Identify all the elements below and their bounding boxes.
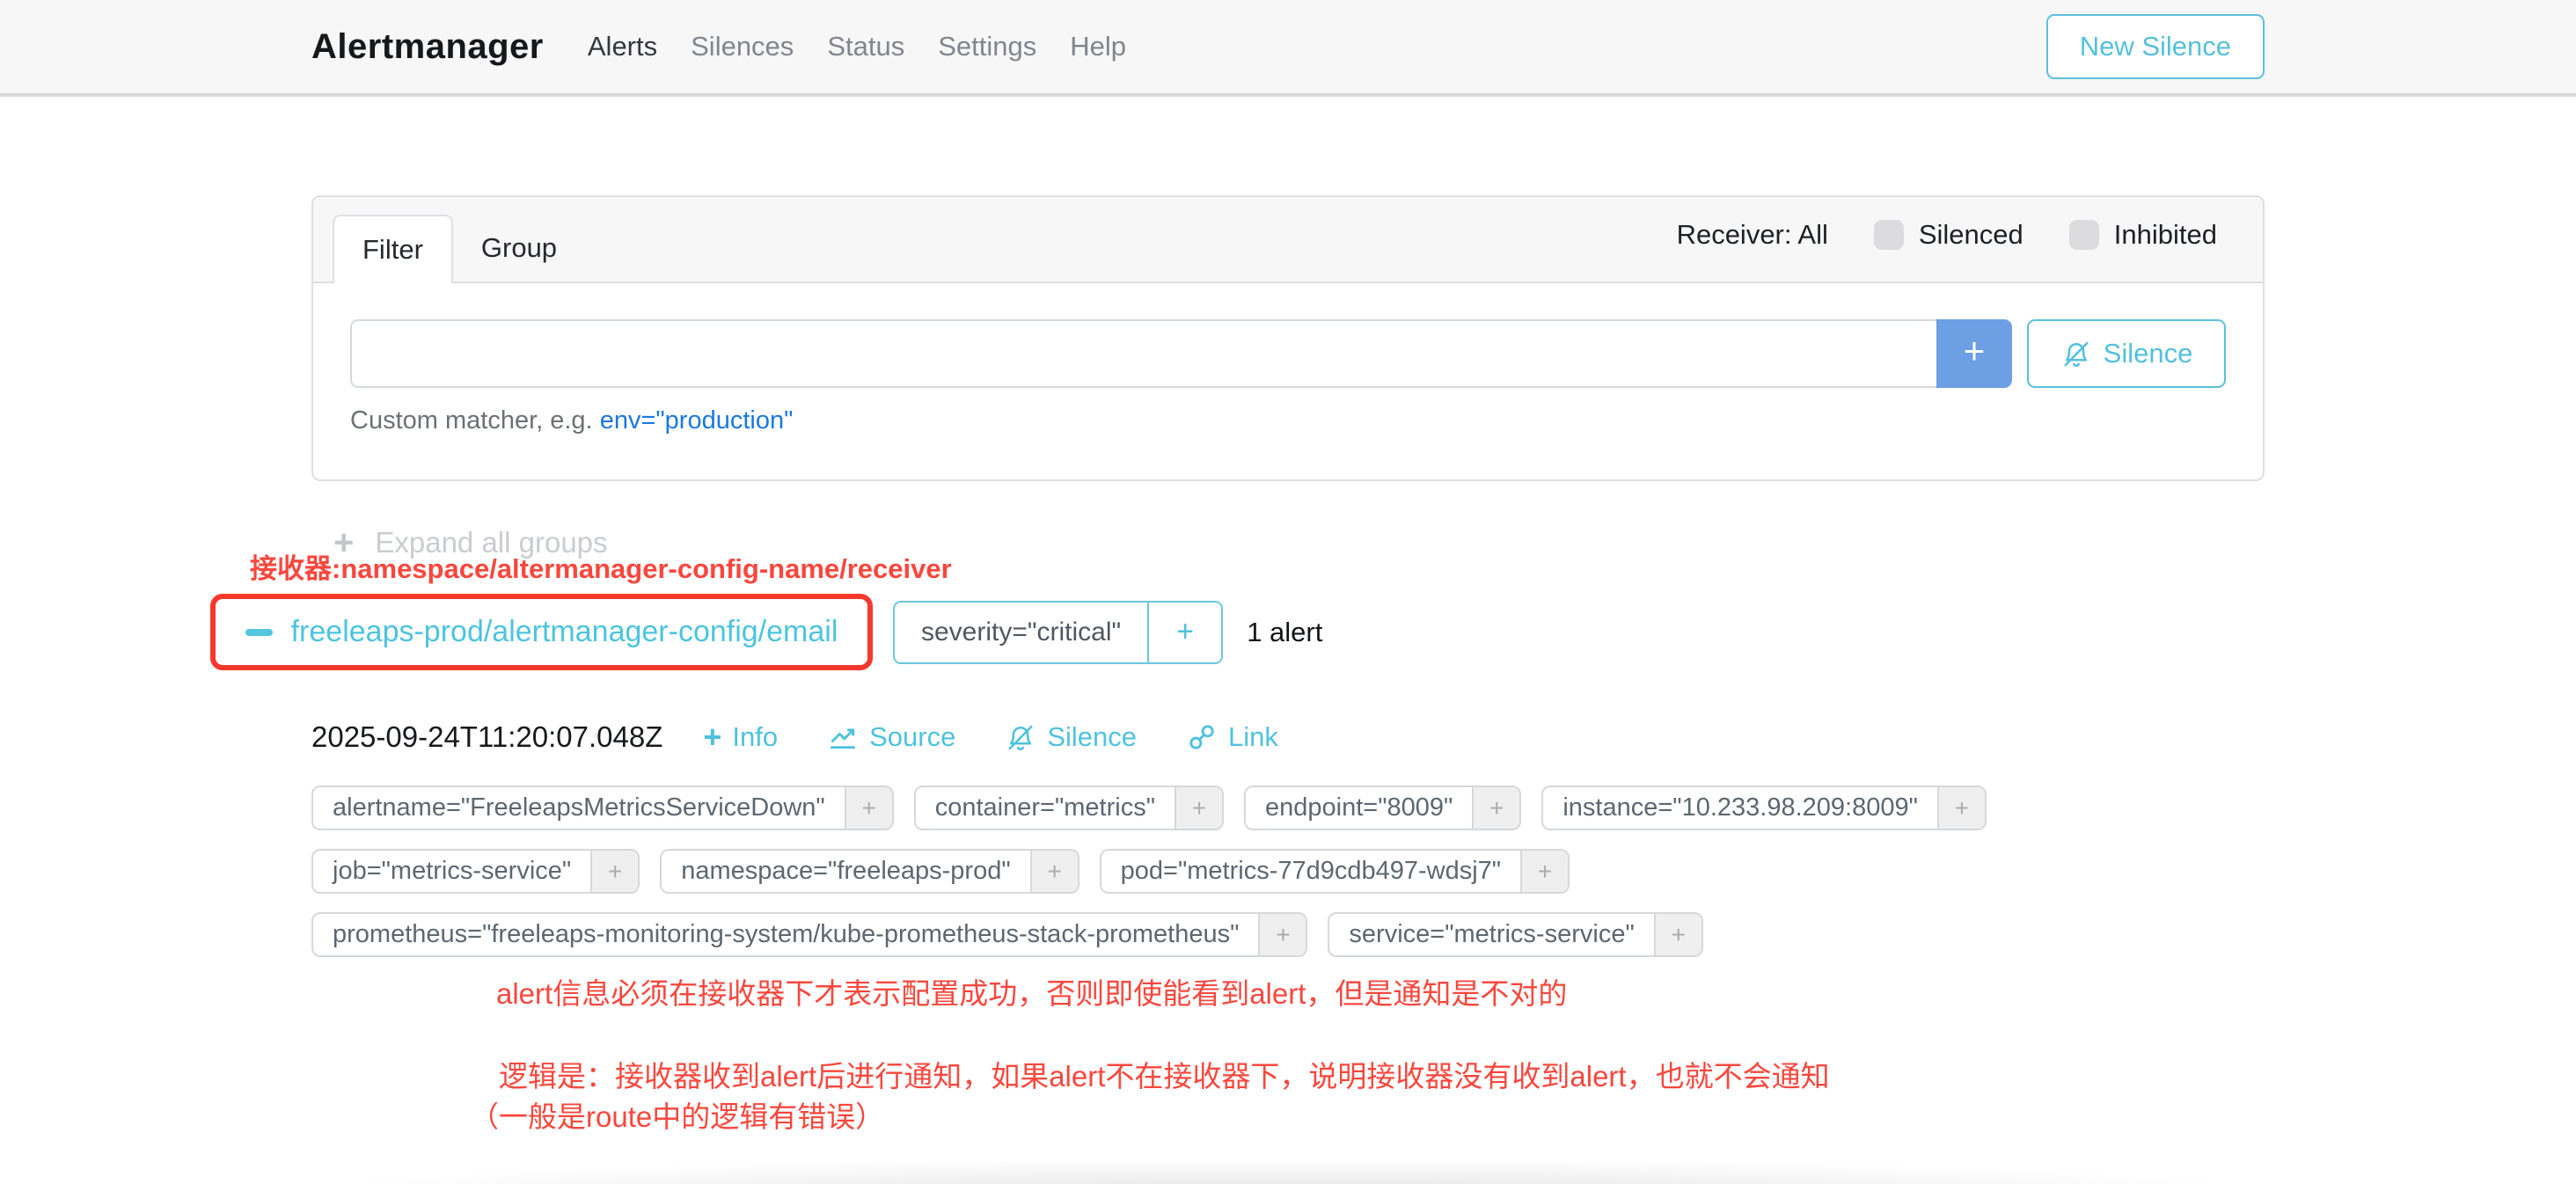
alert-info-button[interactable]: + Info <box>703 721 778 753</box>
alert-silence-button[interactable]: Silence <box>1005 721 1137 753</box>
silence-filter-label: Silence <box>2104 338 2193 369</box>
nav-status[interactable]: Status <box>827 31 904 62</box>
alert-groups: + Expand all groups 接收器:namespace/alterm… <box>311 481 2265 1184</box>
nav-help[interactable]: Help <box>1070 31 1126 62</box>
alert-generator-link[interactable]: Link <box>1186 721 1278 753</box>
filter-options: Receiver: All Silenced Inhibited <box>1677 197 2217 281</box>
label-text: namespace="freeleaps-prod" <box>662 851 1029 892</box>
label-text: pod="metrics-77d9cdb497-wdsj7" <box>1101 851 1520 892</box>
group-matcher-chip: severity="critical" + <box>893 601 1223 664</box>
label-add-filter-button[interactable]: + <box>1030 851 1078 892</box>
filter-card-body: + Silence Custom matcher, e.g. env="prod… <box>313 283 2263 479</box>
main-content: Filter Group Receiver: All Silenced Inhi… <box>311 195 2265 1184</box>
matcher-input[interactable] <box>350 319 1936 388</box>
filter-card-header: Filter Group Receiver: All Silenced Inhi… <box>313 197 2263 283</box>
group-matcher-label: severity="critical" <box>895 603 1147 662</box>
alert-header: 2025-09-24T11:20:07.048Z + Info Source <box>311 720 2265 754</box>
label-tag: endpoint="8009" + <box>1244 786 1521 830</box>
annotation-red-box: freeleaps-prod/alertmanager-config/email <box>210 594 873 670</box>
link-icon <box>1186 721 1218 753</box>
custom-matcher-hint: Custom matcher, e.g. env="production" <box>350 406 2226 435</box>
alert-count: 1 alert <box>1247 617 1322 648</box>
label-tag: instance="10.233.98.209:8009" + <box>1541 786 1987 830</box>
bell-slash-icon <box>1005 721 1036 753</box>
nav-alerts[interactable]: Alerts <box>588 31 657 62</box>
tab-group[interactable]: Group <box>453 215 585 281</box>
annotation-receiver-note: 接收器:namespace/altermanager-config-name/r… <box>250 546 952 586</box>
label-tag: namespace="freeleaps-prod" + <box>660 849 1079 894</box>
hint-text: Custom matcher, e.g. <box>350 406 593 435</box>
silenced-checkbox[interactable] <box>1874 220 1904 250</box>
label-row: job="metrics-service" + namespace="freel… <box>311 849 2265 894</box>
app-brand[interactable]: Alertmanager <box>311 27 544 67</box>
hint-example-link[interactable]: env="production" <box>600 406 794 435</box>
window-bottom-shadow <box>132 1138 2444 1184</box>
add-matcher-button[interactable]: + <box>1936 319 2012 388</box>
label-text: prometheus="freeleaps-monitoring-system/… <box>313 914 1258 955</box>
alert-info-label: Info <box>732 721 778 753</box>
annotation-route-note: （一般是route中的逻辑有错误） <box>470 1093 884 1136</box>
receiver-group-link[interactable]: freeleaps-prod/alertmanager-config/email <box>245 615 838 649</box>
inhibited-checkbox-group[interactable]: Inhibited <box>2069 219 2217 251</box>
label-tag: container="metrics" + <box>914 786 1224 830</box>
nav-settings[interactable]: Settings <box>938 31 1036 62</box>
alert-silence-label: Silence <box>1047 721 1137 753</box>
new-silence-button[interactable]: New Silence <box>2046 14 2265 79</box>
label-text: service="metrics-service" <box>1329 914 1653 955</box>
label-row: prometheus="freeleaps-monitoring-system/… <box>311 912 2265 957</box>
label-add-filter-button[interactable]: + <box>1654 914 1701 955</box>
label-text: job="metrics-service" <box>313 851 590 892</box>
main-nav: Alerts Silences Status Settings Help <box>588 31 1126 62</box>
inhibited-checkbox[interactable] <box>2069 220 2099 250</box>
filter-tabs: Filter Group <box>333 197 585 281</box>
alertmanager-page: Alertmanager Alerts Silences Status Sett… <box>0 0 2576 1184</box>
chart-line-icon <box>827 721 859 753</box>
label-tag: job="metrics-service" + <box>311 849 640 894</box>
inhibited-label: Inhibited <box>2114 219 2217 251</box>
navbar: Alertmanager Alerts Silences Status Sett… <box>0 0 2576 97</box>
label-add-filter-button[interactable]: + <box>1258 914 1306 955</box>
silence-filter-button[interactable]: Silence <box>2027 319 2226 388</box>
label-add-filter-button[interactable]: + <box>1472 787 1519 829</box>
matcher-input-group: + <box>350 319 2012 388</box>
label-text: alertname="FreeleapsMetricsServiceDown" <box>313 787 845 829</box>
receiver-group-label: freeleaps-prod/alertmanager-config/email <box>291 615 838 649</box>
alert-link-label: Link <box>1228 721 1278 753</box>
alert-item: 2025-09-24T11:20:07.048Z + Info Source <box>311 720 2265 976</box>
label-tag: pod="metrics-77d9cdb497-wdsj7" + <box>1100 849 1570 894</box>
annotation-logic-note: 逻辑是：接收器收到alert后进行通知，如果alert不在接收器下，说明接收器没… <box>499 1053 1830 1095</box>
alert-source-label: Source <box>869 721 955 753</box>
label-row: alertname="FreeleapsMetricsServiceDown" … <box>311 786 2265 830</box>
label-add-filter-button[interactable]: + <box>845 787 892 829</box>
label-text: endpoint="8009" <box>1246 787 1472 829</box>
receiver-filter-label[interactable]: Receiver: All <box>1677 219 1828 251</box>
tab-filter[interactable]: Filter <box>333 215 453 283</box>
nav-silences[interactable]: Silences <box>691 31 794 62</box>
bell-slash-icon <box>2060 338 2092 369</box>
silenced-checkbox-group[interactable]: Silenced <box>1874 219 2023 251</box>
label-add-filter-button[interactable]: + <box>590 851 638 892</box>
label-tag: prometheus="freeleaps-monitoring-system/… <box>311 912 1307 957</box>
label-add-filter-button[interactable]: + <box>1520 851 1568 892</box>
silenced-label: Silenced <box>1919 219 2023 251</box>
label-add-filter-button[interactable]: + <box>1175 787 1222 829</box>
alert-source-link[interactable]: Source <box>827 721 955 753</box>
collapse-minus-icon <box>245 629 273 636</box>
label-tag: alertname="FreeleapsMetricsServiceDown" … <box>311 786 894 830</box>
annotation-alert-note: alert信息必须在接收器下才表示配置成功，否则即使能看到alert，但是通知是… <box>496 970 1567 1012</box>
plus-icon: + <box>703 721 721 753</box>
label-text: container="metrics" <box>916 787 1175 829</box>
label-add-filter-button[interactable]: + <box>1937 787 1985 829</box>
alert-labels: alertname="FreeleapsMetricsServiceDown" … <box>311 786 2265 957</box>
alert-timestamp: 2025-09-24T11:20:07.048Z <box>311 720 662 754</box>
label-tag: service="metrics-service" + <box>1328 912 1702 957</box>
group-matcher-plus-button[interactable]: + <box>1147 603 1221 662</box>
alert-group-row: freeleaps-prod/alertmanager-config/email… <box>210 594 1322 670</box>
filter-card: Filter Group Receiver: All Silenced Inhi… <box>311 195 2265 481</box>
label-text: instance="10.233.98.209:8009" <box>1543 787 1937 829</box>
